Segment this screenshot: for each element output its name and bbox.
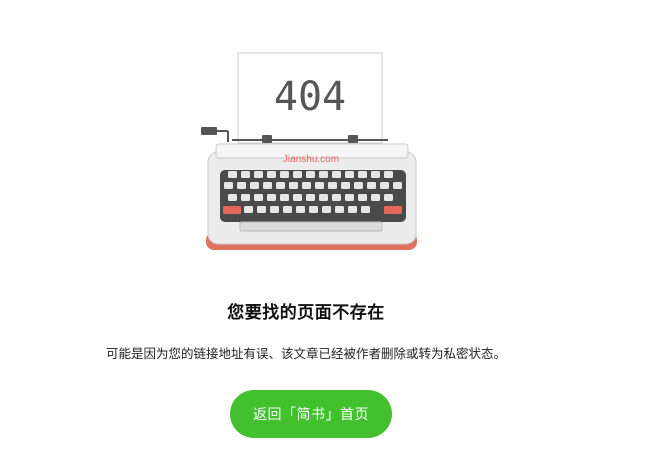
right-shift-key bbox=[384, 206, 402, 214]
left-shift-key bbox=[223, 206, 241, 214]
error-description: 可能是因为您的链接地址有误、该文章已经被作者删除或转为私密状态。 bbox=[105, 346, 506, 361]
error-code-text: 404 bbox=[274, 74, 346, 120]
back-home-button[interactable]: 返回「简书」首页 bbox=[230, 390, 392, 438]
carriage-lever bbox=[201, 127, 217, 135]
typewriter-illustration: 404 Jianshu.com bbox=[201, 52, 417, 250]
brand-text: Jianshu.com bbox=[283, 154, 339, 165]
space-bar bbox=[239, 221, 383, 232]
page-title: 您要找的页面不存在 bbox=[227, 303, 385, 323]
